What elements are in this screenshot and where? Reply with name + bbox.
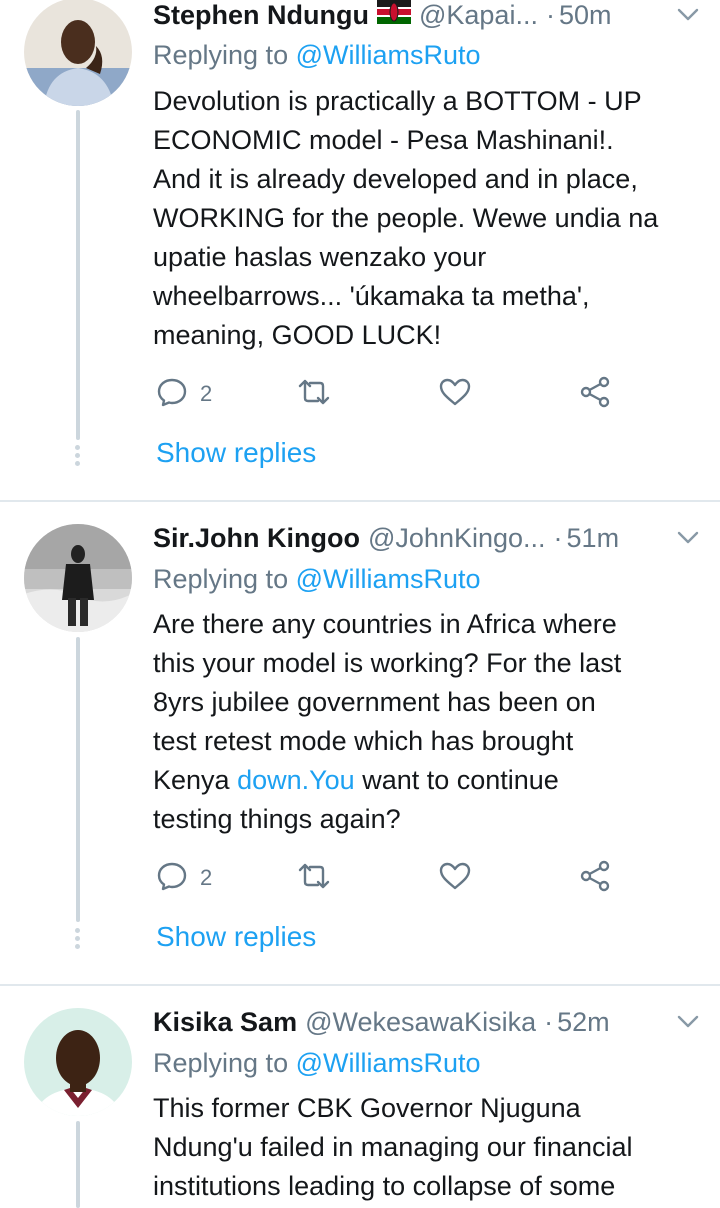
- tweet-text: This former CBK Governor Njuguna Ndung'u…: [153, 1089, 703, 1206]
- replying-prefix: Replying to: [153, 40, 289, 70]
- tweet-line: Are there any countries in Africa where: [153, 609, 617, 639]
- chevron-down-icon[interactable]: [666, 530, 700, 546]
- tweet-line: 8yrs jubilee government has been on: [153, 687, 596, 717]
- tweet-line: This former CBK Governor Njuguna: [153, 1093, 581, 1123]
- tweet-text-segment: Kenya: [153, 765, 238, 795]
- tweet-line: test retest mode which has brought: [153, 726, 574, 756]
- timestamp: 50m: [558, 0, 612, 30]
- tweet-line: meaning, GOOD LUCK!: [153, 320, 442, 350]
- retweet-icon: [296, 860, 332, 897]
- show-replies-link[interactable]: Show replies: [156, 437, 316, 469]
- display-name[interactable]: Kisika Sam: [153, 1007, 297, 1038]
- thread-line: [76, 637, 80, 922]
- inline-link[interactable]: down.You: [237, 765, 355, 795]
- mention-link[interactable]: @WilliamsRuto: [296, 40, 481, 70]
- thread-dots: [75, 445, 81, 469]
- tweet-text: Devolution is practically a BOTTOM - UP …: [153, 82, 703, 355]
- tweet-line: testing things again?: [153, 804, 401, 834]
- user-handle[interactable]: @WekesawaKisika: [305, 1007, 536, 1038]
- reply-button[interactable]: 2: [156, 374, 212, 414]
- replying-prefix: Replying to: [153, 1048, 289, 1078]
- thread-dots: [75, 928, 81, 952]
- reply-icon: [156, 376, 188, 413]
- tweet-line: WORKING for the people. Wewe undia na: [153, 203, 659, 233]
- chevron-down-icon[interactable]: [666, 7, 700, 23]
- display-name[interactable]: Stephen Ndungu: [153, 0, 369, 31]
- tweet-actions: 2: [156, 374, 626, 414]
- reply-count: 2: [200, 865, 213, 890]
- share-button[interactable]: [578, 858, 612, 898]
- separator-dot: ·: [545, 0, 555, 30]
- separator-dot: ·: [544, 1006, 554, 1037]
- share-icon: [578, 860, 612, 897]
- replying-to: Replying to @WilliamsRuto: [153, 40, 481, 71]
- separator-dot: ·: [553, 522, 563, 553]
- user-handle[interactable]: @Kapai...: [419, 0, 538, 31]
- tweet-line: wheelbarrows... 'úkamaka ta metha',: [153, 281, 590, 311]
- retweet-icon: [296, 376, 332, 413]
- display-name[interactable]: Sir.John Kingoo: [153, 523, 360, 554]
- like-button[interactable]: [438, 374, 472, 414]
- tweet-line: institutions leading to collapse of some: [153, 1171, 616, 1201]
- mention-link[interactable]: @WilliamsRuto: [296, 564, 481, 594]
- kenya-flag-icon: [376, 0, 411, 31]
- tweet-text-segment: want to continue: [354, 765, 559, 795]
- tweet-line: ECONOMIC model - Pesa Mashinani!.: [153, 125, 614, 155]
- heart-icon: [438, 860, 472, 897]
- reply-count: 2: [200, 381, 213, 406]
- tweet-line: Ndung'u failed in managing our financial: [153, 1132, 633, 1162]
- heart-icon: [438, 376, 472, 413]
- avatar[interactable]: [24, 524, 132, 632]
- tweet-kisika-sam[interactable]: Kisika Sam @WekesawaKisika · 52m Replyin…: [0, 986, 720, 1208]
- replying-to: Replying to @WilliamsRuto: [153, 1048, 481, 1079]
- tweet-header: Kisika Sam @WekesawaKisika · 52m: [153, 1004, 700, 1040]
- share-icon: [578, 376, 612, 413]
- tweet-line: this your model is working? For the last: [153, 648, 622, 678]
- reply-icon: [156, 860, 188, 897]
- timestamp: 51m: [566, 522, 620, 553]
- tweet-line: And it is already developed and in place…: [153, 164, 638, 194]
- chevron-down-icon[interactable]: [666, 1014, 700, 1030]
- thread-line: [76, 110, 80, 440]
- avatar[interactable]: [24, 1008, 132, 1116]
- tweet-header: Sir.John Kingoo @JohnKingo... · 51m: [153, 520, 700, 556]
- show-replies-link[interactable]: Show replies: [156, 921, 316, 953]
- tweet-text: Are there any countries in Africa where …: [153, 605, 703, 839]
- user-handle[interactable]: @JohnKingo...: [368, 523, 546, 554]
- tweet-line: Kenya down.You want to continue: [153, 761, 703, 800]
- tweet-stephen-ndungu[interactable]: Stephen Ndungu @Kapai... · 50m Replying …: [0, 0, 720, 500]
- tweet-line: upatie haslas wenzako your: [153, 242, 487, 272]
- thread-line: [76, 1121, 80, 1208]
- replying-to: Replying to @WilliamsRuto: [153, 564, 481, 595]
- like-button[interactable]: [438, 858, 472, 898]
- retweet-button[interactable]: [296, 374, 332, 414]
- replying-prefix: Replying to: [153, 564, 289, 594]
- retweet-button[interactable]: [296, 858, 332, 898]
- tweet-actions: 2: [156, 858, 626, 898]
- tweet-sir-john-kingoo[interactable]: Sir.John Kingoo @JohnKingo... · 51m Repl…: [0, 502, 720, 984]
- mention-link[interactable]: @WilliamsRuto: [296, 1048, 481, 1078]
- tweet-header: Stephen Ndungu @Kapai... · 50m: [153, 0, 700, 33]
- avatar[interactable]: [24, 0, 132, 106]
- tweet-line: Devolution is practically a BOTTOM - UP: [153, 86, 642, 116]
- timestamp: 52m: [557, 1006, 610, 1037]
- share-button[interactable]: [578, 374, 612, 414]
- reply-button[interactable]: 2: [156, 858, 212, 898]
